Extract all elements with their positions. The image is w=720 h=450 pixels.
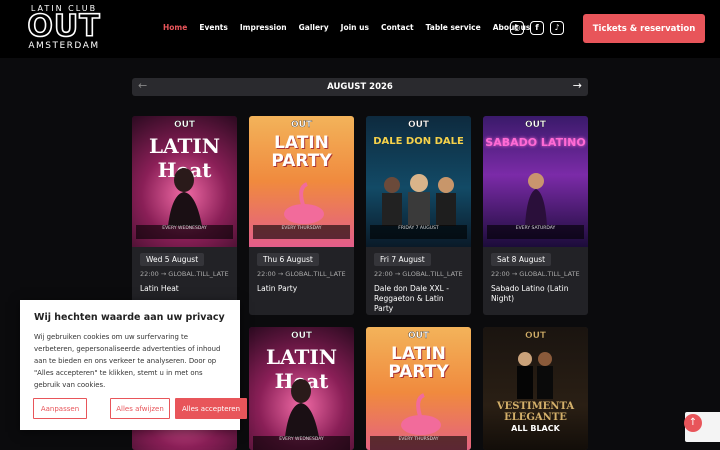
event-card[interactable]: OUT LATIN Heat EVERY WEDNESDAY [249,327,354,450]
event-time: 22:00 → GLOBAL.TILL_LATE [257,270,346,278]
site-header: LATIN CLUB OUT AMSTERDAM Home Events Imp… [0,0,720,58]
event-name[interactable]: Latin Heat [140,284,229,294]
month-label: AUGUST 2026 [327,82,393,92]
poster-artists [382,174,456,226]
poster-title: LATIN PARTY [388,344,449,382]
poster-brand: OUT [524,331,547,341]
event-time: 22:00 → GLOBAL.TILL_LATE [491,270,580,278]
event-date: Thu 6 August [257,253,319,266]
event-card[interactable]: OUT SABADO LATINO EVERY SATURDAY Sat 8 A… [483,116,588,315]
event-date: Sat 8 August [491,253,552,266]
facebook-icon[interactable]: f [530,21,544,35]
poster-couple [517,352,553,399]
event-poster: OUT SABADO LATINO EVERY SATURDAY [483,116,588,247]
logo[interactable]: LATIN CLUB OUT AMSTERDAM [18,4,110,54]
poster-title: VESTIMENTA ELEGANTE [496,401,575,423]
nav-table-service[interactable]: Table service [426,23,481,32]
nav-contact[interactable]: Contact [381,23,414,32]
poster-footer: EVERY THURSDAY [370,436,467,450]
logo-main-text: OUT [27,9,101,44]
poster-footer: EVERY WEDNESDAY [253,436,350,450]
event-name[interactable]: Latin Party [257,284,346,294]
poster-title: SABADO LATINO [485,136,586,149]
poster-flamingo [284,182,324,224]
poster-footer: EVERY WEDNESDAY [136,225,233,239]
event-poster: OUT LATIN Heat EVERY WEDNESDAY [132,116,237,247]
accept-all-cookies-button[interactable]: Alles accepteren [175,398,247,419]
nav-gallery[interactable]: Gallery [299,23,329,32]
cookie-title: Wij hechten waarde aan uw privacy [34,312,225,323]
nav-home[interactable]: Home [163,23,187,32]
event-card[interactable]: OUT VESTIMENTA ELEGANTE ALL BLACK [483,327,588,450]
event-time: 22:00 → GLOBAL.TILL_LATE [140,270,229,278]
next-month-arrow-icon[interactable]: → [573,79,582,92]
month-navigator: ← AUGUST 2026 → [132,78,588,96]
cookie-body: Wij gebruiken cookies om uw surfervaring… [34,333,221,389]
instagram-icon[interactable]: ◎ [510,21,524,35]
nav-impression[interactable]: Impression [240,23,287,32]
nav-events[interactable]: Events [199,23,228,32]
event-card[interactable]: OUT LATIN PARTY EVERY THURSDAY [366,327,471,450]
event-poster: OUT DALE DON DALE FRIDAY 7 AUGUST [366,116,471,247]
event-date: Fri 7 August [374,253,431,266]
poster-footer: EVERY THURSDAY [253,225,350,239]
event-name[interactable]: Sabado Latino (Latin Night) [491,284,580,304]
event-time: 22:00 → GLOBAL.TILL_LATE [374,270,463,278]
event-poster: OUT LATIN Heat EVERY WEDNESDAY [249,327,354,450]
poster-brand: OUT [290,120,313,130]
poster-title: LATIN PARTY [271,133,332,171]
event-date: Wed 5 August [140,253,205,266]
poster-flamingo [401,393,441,435]
scroll-to-top-icon[interactable]: ↑ [684,414,702,432]
poster-brand: OUT [407,331,430,341]
event-poster: OUT VESTIMENTA ELEGANTE ALL BLACK [483,327,588,450]
poster-brand: OUT [524,120,547,130]
poster-brand: OUT [173,120,196,130]
poster-title: DALE DON DALE [373,136,464,147]
event-poster: OUT LATIN PARTY EVERY THURSDAY [366,327,471,450]
poster-subtitle: ALL BLACK [511,424,560,433]
event-card[interactable]: OUT LATIN PARTY EVERY THURSDAY Thu 6 Aug… [249,116,354,315]
poster-figure [168,168,202,226]
customize-cookies-button[interactable]: Aanpassen [33,398,87,419]
social-links: ◎ f ♪ [510,21,564,35]
event-poster: OUT LATIN PARTY EVERY THURSDAY [249,116,354,247]
tickets-reservation-button[interactable]: Tickets & reservation [583,14,705,43]
poster-figure [285,379,319,437]
event-card[interactable]: OUT LATIN Heat EVERY WEDNESDAY Wed 5 Aug… [132,116,237,315]
reject-all-cookies-button[interactable]: Alles afwijzen [110,398,170,419]
cookie-consent-banner: Wij hechten waarde aan uw privacy Wij ge… [20,300,247,430]
nav-join-us[interactable]: Join us [341,23,369,32]
poster-footer: EVERY SATURDAY [487,225,584,239]
event-card[interactable]: OUT DALE DON DALE FRIDAY 7 AUGUST Fri 7 … [366,116,471,315]
tiktok-icon[interactable]: ♪ [550,21,564,35]
main-nav: Home Events Impression Gallery Join us C… [163,23,542,32]
poster-brand: OUT [290,331,313,341]
poster-brand: OUT [407,120,430,130]
logo-bottom-text: AMSTERDAM [28,41,100,51]
poster-footer: FRIDAY 7 AUGUST [370,225,467,239]
event-name[interactable]: Dale don Dale XXL - Reggaeton & Latin Pa… [374,284,463,314]
poster-figure [525,173,547,226]
